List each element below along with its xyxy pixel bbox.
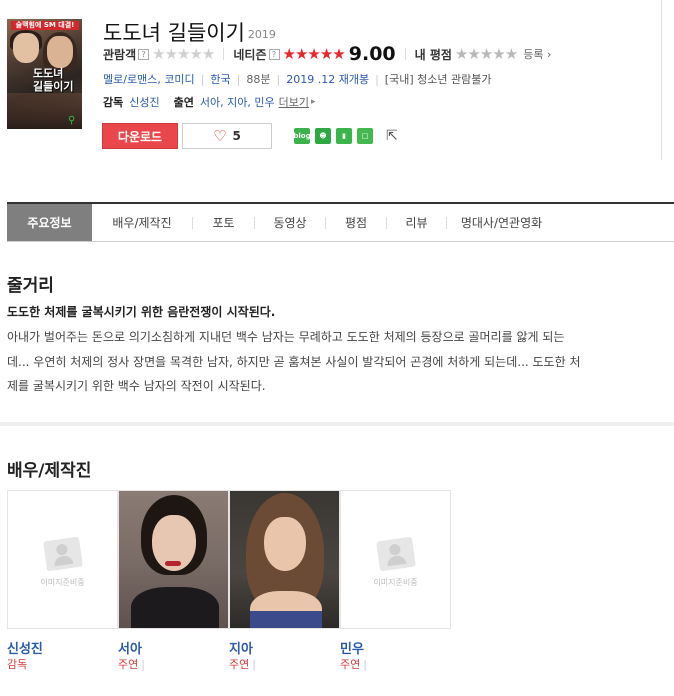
person-photo-placeholder[interactable]: 이미지준비중 [340, 490, 451, 629]
poster-title: 도도녀 길들이기 [33, 67, 74, 93]
tab-quotes-related[interactable]: 명대사/연관영화 [447, 204, 556, 241]
movie-title: 도도녀 길들이기 [103, 21, 245, 45]
person-name[interactable]: 서아 [118, 638, 229, 657]
person-photo[interactable] [118, 490, 229, 629]
person-role: 주연 | [229, 658, 256, 671]
synopsis-body: 아내가 벌어주는 돈으로 의기소침하게 지내던 백수 남자는 무례하고 도도한 … [7, 325, 674, 399]
info-row: 멜로/로맨스, 코미디 | 한국 | 88분 | 2019 .12 재개봉 | … [103, 71, 492, 87]
director-link[interactable]: 신성진 [129, 94, 159, 110]
blog-share-icon[interactable]: blog [293, 128, 311, 144]
genre-link[interactable]: 멜로/로맨스 [103, 71, 157, 87]
netizen-score: 9.00 [348, 43, 396, 65]
movie-year: 2019 [247, 28, 276, 41]
movie-header: 술맥힘에 SM 대결! 도도녀 길들이기 ⚲ 도도녀 길들이기 2019 관람객 … [0, 0, 674, 160]
image-placeholder-icon [42, 536, 83, 572]
audience-rating-label: 관람객 [103, 47, 137, 62]
chevron-right-icon: ▸ [310, 97, 316, 107]
cast-section-title: 배우/제작진 [7, 461, 92, 481]
more-cast-link[interactable]: 더보기 [279, 94, 309, 110]
tab-rating[interactable]: 평점 [326, 204, 386, 241]
heart-icon: ♡ [213, 126, 227, 145]
divider [223, 48, 225, 60]
cast-card[interactable]: 이미지준비중 신성진 감독 [7, 490, 118, 672]
like-count: 5 [232, 129, 241, 143]
section-divider [0, 422, 674, 426]
synopsis-line: 제를 굴복시키기 위한 백수 남자의 작전이 시작된다. [7, 379, 266, 393]
cast-label: 출연 [173, 96, 194, 109]
tab-bar: 주요정보 배우/제작진 포토 동영상 평점 리뷰 명대사/연관영화 [7, 202, 674, 242]
tab-main-info[interactable]: 주요정보 [7, 204, 92, 241]
share-icons: blog ☻ ▮ □ ⇱ [293, 128, 404, 144]
divider [404, 48, 406, 60]
person-name[interactable]: 신성진 [7, 638, 118, 657]
person-name[interactable]: 민우 [340, 638, 451, 657]
country-link[interactable]: 한국 [210, 71, 230, 87]
like-button[interactable]: ♡ 5 [182, 123, 272, 149]
person-role: 주연 | [340, 658, 367, 671]
rating-row: 관람객 ? ★★★★★ 네티즌 ? ★★★★★ 9.00 내 평점 ★★★★★ … [103, 43, 551, 65]
bookmark-share-icon[interactable]: ▮ [336, 128, 352, 144]
credit-row: 감독 신성진 출연 서아, 지아, 민우 더보기 ▸ [103, 94, 316, 110]
tab-video[interactable]: 동영상 [255, 204, 325, 241]
tab-cast-crew[interactable]: 배우/제작진 [92, 204, 192, 241]
netizen-stars: ★★★★★ [282, 44, 346, 63]
cast-links[interactable]: 서아, 지아, 민우 [200, 94, 275, 110]
title-row: 도도녀 길들이기 2019 [103, 17, 276, 45]
placeholder-text: 이미지준비중 [40, 578, 85, 587]
person-photo[interactable] [229, 490, 340, 629]
audience-stars: ★★★★★ [152, 44, 215, 63]
synopsis-headline: 도도한 처제를 굴복시키기 위한 음란전쟁이 시작된다. [7, 305, 276, 319]
synopsis-line: 아내가 벌어주는 돈으로 의기소침하게 지내던 백수 남자는 무례하고 도도한 … [7, 330, 565, 344]
person-role: 주연 | [118, 658, 145, 671]
person-photo-placeholder[interactable]: 이미지준비중 [7, 490, 118, 629]
share-icon[interactable]: ⇱ [386, 128, 404, 144]
synopsis-title: 줄거리 [7, 276, 54, 296]
search-icon: ⚲ [68, 115, 76, 126]
tab-review[interactable]: 리뷰 [387, 204, 446, 241]
help-icon[interactable]: ? [268, 48, 280, 60]
help-icon[interactable]: ? [138, 48, 150, 60]
register-rating-link[interactable]: 등록 › [523, 46, 551, 62]
download-button[interactable]: 다운로드 [102, 123, 178, 149]
band-share-icon[interactable]: □ [357, 128, 373, 144]
director-label: 감독 [103, 96, 124, 109]
release-date-link[interactable]: 2019 .12 재개봉 [286, 71, 369, 87]
chevron-right-icon: › [543, 48, 552, 61]
placeholder-text: 이미지준비중 [373, 578, 418, 587]
film-rating-link[interactable]: [국내] 청소년 관람불가 [385, 71, 492, 87]
cast-list: 이미지준비중 신성진 감독 서아 주연| 지아 주연| 이미지준비중 민우 [7, 490, 451, 672]
cast-card[interactable]: 지아 주연 | [229, 490, 340, 672]
image-placeholder-icon [375, 536, 416, 572]
runtime: 88분 [246, 73, 271, 86]
my-rating-stars[interactable]: ★★★★★ [455, 46, 518, 62]
netizen-rating-label: 네티즌 [233, 47, 267, 62]
genre-link[interactable]: 코미디 [164, 71, 194, 87]
synopsis-line: 데... 우연히 처제의 정사 장면을 목격한 남자, 하지만 곧 훔쳐본 사실… [7, 354, 581, 369]
action-row: 다운로드 ♡ 5 blog ☻ ▮ □ ⇱ [102, 123, 404, 149]
my-rating-label: 내 평점 [414, 47, 452, 62]
movie-poster[interactable]: 술맥힘에 SM 대결! 도도녀 길들이기 ⚲ [7, 19, 82, 129]
divider [661, 0, 662, 160]
person-role: 감독 [7, 658, 28, 671]
poster-tagline: 술맥힘에 SM 대결! [11, 21, 79, 30]
cast-card[interactable]: 이미지준비중 민우 주연 | [340, 490, 451, 672]
tab-photo[interactable]: 포토 [193, 204, 254, 241]
person-name[interactable]: 지아 [229, 638, 340, 657]
cast-card[interactable]: 서아 주연 | [118, 490, 229, 672]
cafe-share-icon[interactable]: ☻ [315, 128, 331, 144]
